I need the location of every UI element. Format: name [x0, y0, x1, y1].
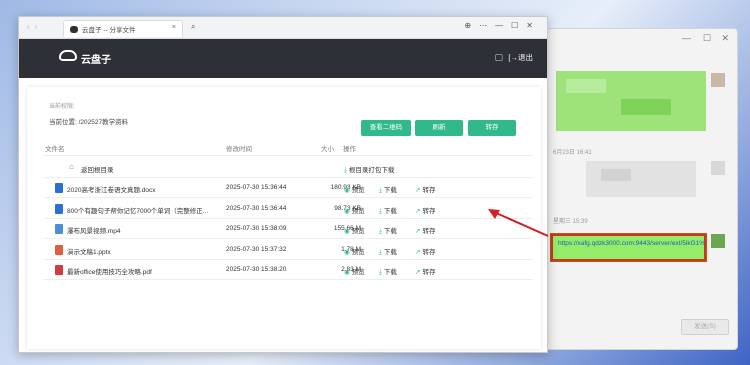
table-header: 文件名 修改时间 大小 操作	[43, 140, 533, 156]
col-actions: 操作	[343, 146, 356, 153]
tab-close-icon[interactable]: ×	[172, 24, 176, 31]
qr-icon[interactable]: ▢	[494, 52, 503, 63]
file-modified: 2025-07-30 15:36:44	[226, 204, 287, 212]
view-qr-button[interactable]: 查看二维码	[361, 120, 411, 136]
home-icon: ⌂	[69, 162, 74, 171]
download-icon: ⤓	[379, 269, 382, 276]
tab-title: 云盘子 -- 分享文件	[82, 27, 136, 34]
file-name[interactable]: 瀑布风景视频.mp4	[67, 225, 120, 235]
preview-link[interactable]: ◉ 预览	[344, 184, 365, 194]
blurred-message-pixel	[621, 99, 671, 115]
docx-file-icon	[55, 203, 63, 214]
avatar	[711, 234, 725, 248]
download-icon: ⤓	[344, 167, 347, 174]
search-icon[interactable]: ⌕	[191, 22, 195, 32]
close-icon[interactable]: ✕	[721, 33, 729, 44]
share-icon: ↗	[415, 269, 421, 276]
save-link[interactable]: ↗ 转存	[415, 246, 435, 256]
browser-tab[interactable]: 云盘子 -- 分享文件 ×	[63, 20, 183, 37]
eye-icon: ◉	[344, 207, 350, 215]
share-icon: ↗	[415, 228, 421, 235]
table-row[interactable]: 最新office使用技巧全攻略.pdf 2025-07-30 15:38:20 2.…	[43, 260, 533, 280]
download-icon: ⤓	[379, 228, 382, 235]
file-name[interactable]: 800个有趣句子帮你记忆7000个单词（完整修正...	[67, 205, 208, 215]
blurred-message-pixel	[601, 169, 631, 181]
share-panel: 当前权限: 当前位置: /202527教学资料 查看二维码 刷新 转存 文件名 …	[27, 87, 541, 349]
download-link[interactable]: ⤓ 下载	[379, 246, 397, 257]
download-link[interactable]: ⤓ 下载	[379, 225, 397, 236]
avatar	[711, 161, 725, 175]
download-icon: ⤓	[379, 187, 382, 194]
share-icon: ↗	[415, 187, 421, 194]
refresh-button[interactable]: 刷新	[415, 120, 463, 136]
table-row[interactable]: 瀑布风景视频.mp4 2025-07-30 15:38:09 155.66 M ◉ 预览…	[43, 219, 533, 239]
file-name[interactable]: 2020高考浙江卷语文真题.docx	[67, 184, 156, 194]
minimize-icon[interactable]: —	[682, 33, 691, 43]
root-link[interactable]: 返回根目录	[81, 164, 114, 174]
chat-timestamp: 星期三 15:39	[553, 219, 588, 225]
file-modified: 2025-07-30 15:38:09	[226, 225, 287, 232]
download-link[interactable]: ⤓ 下载	[379, 205, 397, 216]
current-dir-label: 当前权限:	[49, 104, 75, 110]
window-controls[interactable]: ⊕⋯—☐✕	[464, 21, 541, 30]
preview-link[interactable]: ◉ 预览	[344, 246, 365, 256]
col-modified: 修改时间	[226, 146, 252, 153]
avatar	[711, 73, 725, 87]
table-row[interactable]: 演示文稿1.pptx 2025-07-30 15:37:32 1.78 M ◉ 预览 ⤓ 下…	[43, 240, 533, 260]
chat-message-link[interactable]: https://xafg.qdzk3000.com:9443/server/ex…	[550, 233, 707, 262]
eye-icon: ◉	[344, 269, 350, 276]
mp4-file-icon	[55, 224, 63, 234]
pptx-file-icon	[55, 244, 63, 255]
save-link[interactable]: ↗ 转存	[415, 184, 435, 194]
send-button[interactable]: 发送(S)	[681, 319, 729, 335]
logout-link[interactable]: [→退出	[508, 52, 533, 63]
location-path: 当前位置: /202527教学资料	[49, 119, 129, 126]
cloud-favicon-icon	[70, 26, 78, 33]
table-row[interactable]: 800个有趣句子帮你记忆7000个单词（完整修正... 2025-07-30 15…	[43, 199, 533, 219]
browser-window: ‹› 云盘子 -- 分享文件 × ⌕ ⊕⋯—☐✕ 云盘子 ▢ [→退出 当前权限…	[18, 16, 548, 353]
file-modified: 2025-07-30 15:38:20	[226, 266, 287, 273]
tab-bar: ‹› 云盘子 -- 分享文件 × ⌕ ⊕⋯—☐✕	[19, 17, 547, 39]
file-name[interactable]: 演示文稿1.pptx	[67, 246, 111, 256]
root-row: ⌂ 返回根目录 ⤓ 根目录打包下载	[43, 158, 533, 178]
app-header: 云盘子 ▢ [→退出	[19, 39, 547, 78]
pdf-file-icon	[55, 265, 63, 275]
root-download-link[interactable]: ⤓ 根目录打包下载	[344, 164, 394, 175]
eye-icon: ◉	[344, 228, 350, 235]
docx-file-icon	[55, 183, 63, 193]
share-icon: ↗	[415, 248, 421, 256]
eye-icon: ◉	[344, 187, 350, 194]
eye-icon: ◉	[344, 248, 350, 256]
file-modified: 2025-07-30 15:37:32	[226, 245, 287, 253]
col-size: 大小	[321, 146, 334, 153]
col-name: 文件名	[45, 146, 65, 153]
save-link[interactable]: ↗ 转存	[415, 205, 435, 215]
share-icon: ↗	[415, 207, 421, 215]
file-modified: 2025-07-30 15:36:44	[226, 184, 287, 191]
file-name[interactable]: 最新office使用技巧全攻略.pdf	[67, 266, 152, 276]
save-button[interactable]: 转存	[468, 120, 516, 136]
nav-buttons[interactable]: ‹›	[27, 22, 42, 31]
download-link[interactable]: ⤓ 下载	[379, 184, 397, 195]
save-link[interactable]: ↗ 转存	[415, 225, 435, 235]
maximize-icon[interactable]: ☐	[703, 33, 711, 44]
cloud-logo-icon	[59, 50, 77, 61]
download-icon: ⤓	[379, 207, 382, 215]
brand-name: 云盘子	[81, 55, 111, 66]
blurred-message-pixel	[566, 79, 606, 93]
download-icon: ⤓	[379, 248, 382, 256]
chat-timestamp: 6月23日 16:41	[553, 150, 592, 156]
table-row[interactable]: 2020高考浙江卷语文真题.docx 2025-07-30 15:36:44 180…	[43, 178, 533, 198]
preview-link[interactable]: ◉ 预览	[344, 205, 365, 215]
download-link[interactable]: ⤓ 下载	[379, 266, 397, 277]
preview-link[interactable]: ◉ 预览	[344, 266, 365, 276]
preview-link[interactable]: ◉ 预览	[344, 225, 365, 235]
save-link[interactable]: ↗ 转存	[415, 266, 435, 276]
